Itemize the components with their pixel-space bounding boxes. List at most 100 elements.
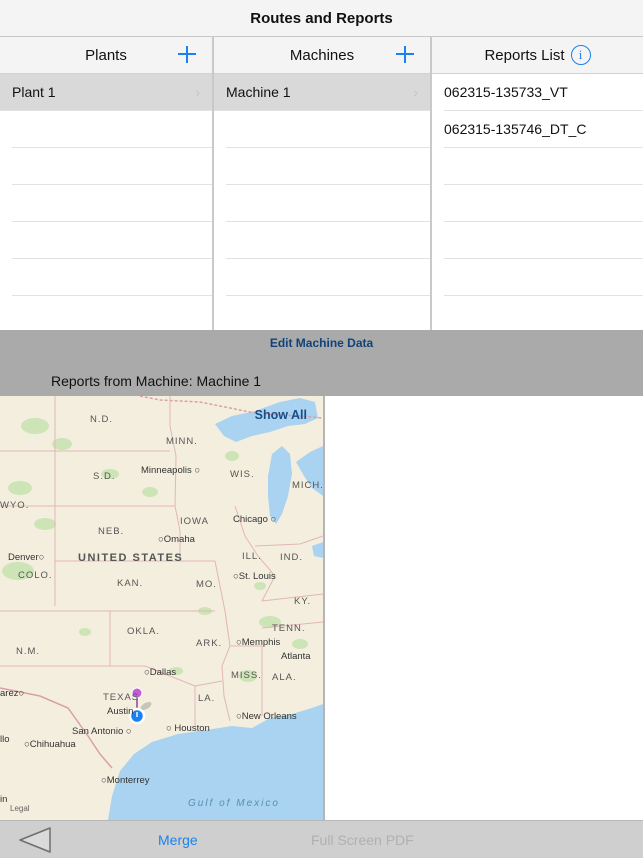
state-label: ALA.	[272, 672, 297, 683]
state-label: N.D.	[90, 414, 113, 425]
city-label: in	[0, 794, 7, 805]
reports-header: Reports List i	[432, 37, 643, 74]
edit-machine-data-button[interactable]: Edit Machine Data	[0, 336, 643, 350]
city-label: ○St. Louis	[233, 571, 276, 582]
state-label: S.D.	[93, 471, 116, 482]
empty-row	[12, 222, 212, 259]
empty-row	[226, 185, 430, 222]
full-screen-pdf-button[interactable]: Full Screen PDF	[311, 832, 414, 848]
city-label: ○Omaha	[158, 534, 195, 545]
machines-column: Machines Machine 1 ›	[214, 37, 430, 330]
plants-header: Plants	[0, 37, 212, 74]
city-name: in	[0, 794, 8, 805]
city-name: Chihuahua	[29, 739, 76, 750]
city-label: Atlanta	[281, 651, 311, 662]
state-label: IOWA	[180, 516, 209, 527]
city-name: Monterrey	[106, 775, 150, 786]
reports-column: Reports List i 062315-135733_VT 062315-1…	[432, 37, 643, 330]
report-item[interactable]: 062315-135746_DT_C	[444, 111, 643, 148]
state-label: MISS.	[231, 670, 262, 681]
state-label: KAN.	[117, 578, 144, 589]
machine-item-label: Machine 1	[226, 84, 291, 100]
state-label: TENN.	[272, 623, 306, 634]
plant-item[interactable]: Plant 1 ›	[0, 74, 212, 111]
city-name: San Antonio	[72, 726, 124, 737]
plants-column: Plants Plant 1 ›	[0, 37, 212, 330]
map-view[interactable]: Show All N.D. MINN. S.D. WIS. MICH. NEB.…	[0, 396, 323, 820]
chevron-right-icon: ›	[195, 84, 200, 100]
state-label: LA.	[198, 693, 216, 704]
city-name: St. Louis	[238, 571, 276, 582]
state-label: ARK.	[196, 638, 223, 649]
city-name: Denver	[8, 552, 39, 563]
machines-header-label: Machines	[289, 46, 355, 64]
add-plant-icon[interactable]	[178, 43, 196, 65]
city-label: arez○	[0, 688, 25, 699]
city-name: Omaha	[163, 534, 195, 545]
city-name: Atlanta	[281, 651, 311, 662]
state-label: WYO.	[0, 500, 30, 511]
current-location-icon[interactable]	[129, 708, 145, 724]
map-background	[0, 396, 323, 820]
state-label: MO.	[196, 579, 217, 590]
state-label: MINN.	[166, 436, 198, 447]
city-name: Minneapolis	[141, 465, 192, 476]
info-icon[interactable]: i	[570, 45, 591, 65]
empty-row	[444, 222, 643, 259]
empty-row	[226, 148, 430, 185]
empty-row	[12, 148, 212, 185]
empty-row	[12, 259, 212, 296]
city-label: Denver○	[8, 552, 45, 563]
state-label: N.M.	[16, 646, 41, 657]
city-label: ○Chihuahua	[24, 739, 76, 750]
map-divider	[323, 396, 325, 820]
city-label: Chicago ○	[233, 514, 277, 525]
state-label: NEB.	[98, 526, 125, 537]
machine-item[interactable]: Machine 1 ›	[214, 74, 430, 111]
empty-row	[444, 148, 643, 185]
empty-row	[444, 259, 643, 296]
legal-link[interactable]: Legal	[10, 804, 30, 813]
chevron-right-icon: ›	[413, 84, 418, 100]
empty-row	[226, 259, 430, 296]
machine-data-bar: Edit Machine Data Reports from Machine: …	[0, 330, 643, 396]
empty-row	[444, 185, 643, 222]
plants-header-label: Plants	[85, 46, 127, 64]
empty-row	[12, 111, 212, 148]
city-label: ○Monterrey	[101, 775, 150, 786]
city-name: Chicago	[233, 514, 268, 525]
report-item[interactable]: 062315-135733_VT	[444, 74, 643, 111]
report-item-label: 062315-135733_VT	[444, 84, 568, 100]
city-name: arez	[0, 688, 19, 699]
state-label: KY.	[294, 596, 312, 607]
city-label: Minneapolis ○	[141, 465, 201, 476]
city-label: San Antonio ○	[72, 726, 132, 737]
machines-header: Machines	[214, 37, 430, 74]
state-label: WIS.	[230, 469, 255, 480]
state-label: COLO.	[18, 570, 53, 581]
city-name: Memphis	[241, 637, 281, 648]
empty-row	[226, 222, 430, 259]
city-name: Dallas	[149, 667, 177, 678]
city-label: llo	[0, 734, 10, 745]
country-label: UNITED STATES	[78, 552, 184, 564]
city-name: Houston	[174, 723, 210, 734]
back-triangle-icon[interactable]	[18, 826, 52, 854]
merge-button[interactable]: Merge	[158, 832, 198, 848]
reports-from-machine-label: Reports from Machine: Machine 1	[51, 373, 262, 389]
city-name: New Orleans	[241, 711, 297, 722]
bottom-toolbar: Merge Full Screen PDF	[0, 820, 643, 858]
show-all-button[interactable]: Show All	[255, 408, 307, 422]
add-machine-icon[interactable]	[396, 43, 414, 65]
gulf-label: Gulf of Mexico	[188, 798, 280, 809]
plant-item-label: Plant 1	[12, 84, 56, 100]
city-label: ○Dallas	[144, 667, 177, 678]
state-label: OKLA.	[127, 626, 160, 637]
empty-row	[12, 185, 212, 222]
city-label: ○Memphis	[236, 637, 281, 648]
city-label: ○ Houston	[166, 723, 210, 734]
state-label: MICH.	[292, 480, 323, 491]
state-label: ILL.	[242, 551, 262, 562]
city-label: ○New Orleans	[236, 711, 297, 722]
reports-header-label: Reports List	[484, 46, 565, 64]
